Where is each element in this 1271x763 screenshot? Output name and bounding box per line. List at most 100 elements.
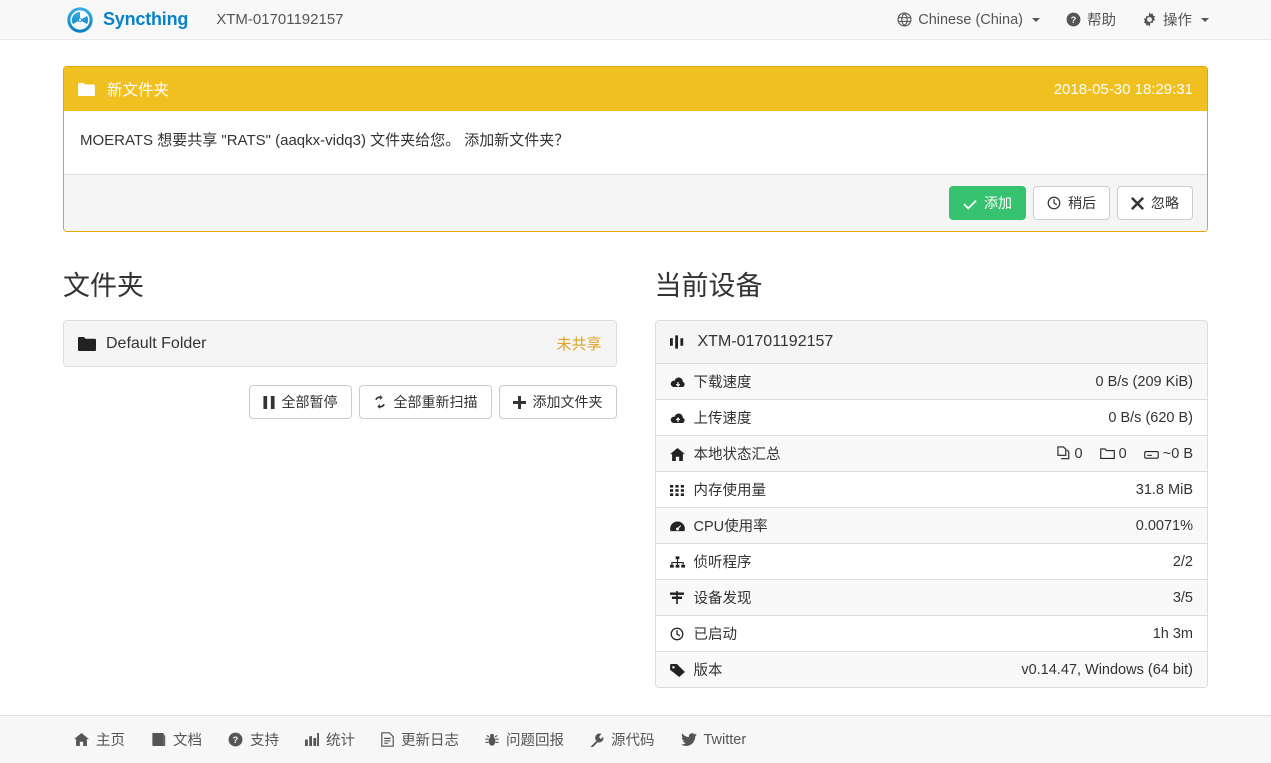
page-footer: 主页 文档 ? 支持 (0, 715, 1271, 763)
footer-label: 更新日志 (401, 729, 459, 750)
this-device-row[interactable]: XTM-01701192157 (656, 321, 1208, 364)
rescan-all-label: 全部重新扫描 (394, 395, 478, 409)
add-folder-button[interactable]: 添加 (949, 186, 1026, 220)
help-menu[interactable]: ? 帮助 (1066, 9, 1116, 30)
tachometer-icon (670, 520, 690, 535)
dashboard-columns: 文件夹 Default Folder 未共享 (63, 270, 1208, 763)
table-row: 下载速度 0 B/s (209 KiB) (656, 364, 1208, 400)
language-selector[interactable]: Chinese (China) (897, 12, 1040, 28)
footer-label: 源代码 (611, 729, 655, 750)
stat-value: 0 B/s (209 KiB) (882, 364, 1207, 400)
local-state-summary: 0 0 (882, 436, 1207, 472)
help-label: 帮助 (1087, 9, 1116, 30)
add-button-label: 添加 (984, 196, 1012, 210)
local-state-files: 0 (1057, 446, 1083, 462)
folder-status-badge: 未共享 (556, 333, 601, 354)
times-icon (1131, 197, 1144, 210)
brand-link[interactable]: Syncthing (66, 6, 188, 34)
local-state-folders-value: 0 (1119, 446, 1127, 462)
tag-icon (670, 664, 690, 679)
signal-bars-icon (670, 335, 692, 349)
local-state-files-value: 0 (1075, 446, 1083, 462)
folder-panel[interactable]: Default Folder 未共享 (63, 320, 617, 367)
table-row: 已启动 1h 3m (656, 616, 1208, 652)
footer-link-stats[interactable]: 统计 (305, 729, 355, 750)
chevron-down-icon (1201, 18, 1209, 22)
folder-action-buttons: 全部暂停 全部重新扫描 (63, 385, 617, 419)
bug-icon (485, 733, 499, 747)
rescan-all-button[interactable]: 全部重新扫描 (359, 385, 492, 419)
stat-label: CPU使用率 (694, 519, 768, 535)
footer-link-source[interactable]: 源代码 (590, 729, 655, 750)
dismiss-button[interactable]: 忽略 (1117, 186, 1193, 220)
stat-label: 上传速度 (694, 411, 752, 427)
cloud-download-icon (670, 376, 690, 391)
notification-message: MOERATS 想要共享 "RATS" (aaqkx-vidq3) 文件夹给您。… (64, 111, 1207, 174)
footer-label: 文档 (173, 729, 202, 750)
table-row: CPU使用率 0.0071% (656, 508, 1208, 544)
folder-name: Default Folder (106, 335, 207, 353)
stat-label: 下载速度 (694, 375, 752, 391)
stat-value: 2/2 (882, 544, 1207, 580)
twitter-icon (681, 733, 697, 746)
folder-open-icon (1100, 447, 1115, 462)
folder-icon (78, 82, 95, 96)
this-device-heading: 当前设备 (655, 270, 1209, 302)
clock-icon (670, 627, 690, 643)
stat-label: 内存使用量 (694, 483, 767, 499)
footer-link-twitter[interactable]: Twitter (681, 732, 747, 748)
table-row: 上传速度 0 B/s (620 B) (656, 400, 1208, 436)
signpost-icon (670, 591, 690, 607)
stat-label: 本地状态汇总 (694, 447, 781, 463)
stat-label: 已启动 (694, 627, 738, 643)
footer-link-bugs[interactable]: 问题回报 (485, 729, 564, 750)
stat-value: 0.0071% (882, 508, 1207, 544)
pause-icon (263, 396, 275, 409)
stat-label: 版本 (694, 663, 723, 679)
files-icon (1057, 446, 1071, 462)
footer-link-changelog[interactable]: 更新日志 (381, 729, 459, 750)
footer-link-docs[interactable]: 文档 (151, 729, 202, 750)
check-icon (963, 197, 977, 210)
footer-link-home[interactable]: 主页 (74, 729, 125, 750)
book-icon (151, 733, 166, 746)
cloud-upload-icon (670, 412, 690, 427)
footer-link-support[interactable]: ? 支持 (228, 729, 279, 750)
brand-name: Syncthing (103, 9, 188, 30)
notification-title: 新文件夹 (107, 78, 169, 100)
th-grid-icon (670, 484, 690, 499)
table-row: 侦听程序 2/2 (656, 544, 1208, 580)
local-state-size: ~0 B (1144, 446, 1193, 462)
table-row: 本地状态汇总 (656, 436, 1208, 472)
actions-menu[interactable]: 操作 (1142, 9, 1209, 30)
footer-label: 问题回报 (506, 729, 564, 750)
file-text-icon (381, 732, 394, 747)
home-icon (670, 448, 690, 463)
clock-icon (1047, 196, 1061, 210)
this-device-panel: XTM-01701192157 (655, 320, 1209, 688)
pause-all-label: 全部暂停 (282, 395, 338, 409)
refresh-icon (373, 395, 387, 409)
folder-row[interactable]: Default Folder 未共享 (64, 321, 616, 366)
stat-value: 3/5 (882, 580, 1207, 616)
syncthing-logo-icon (66, 6, 94, 34)
sitemap-icon (670, 556, 690, 571)
syncthing-page: Syncthing XTM-01701192157 Chinese (China… (0, 0, 1271, 763)
folder-icon (78, 336, 100, 351)
new-folder-notification-panel: 新文件夹 2018-05-30 18:29:31 MOERATS 想要共享 "R… (63, 66, 1208, 232)
dismiss-button-label: 忽略 (1151, 196, 1179, 210)
pause-all-button[interactable]: 全部暂停 (249, 385, 352, 419)
table-row: 内存使用量 31.8 MiB (656, 472, 1208, 508)
stat-value: 0 B/s (620 B) (882, 400, 1207, 436)
later-button[interactable]: 稍后 (1033, 186, 1110, 220)
notification-actions: 添加 稍后 (64, 174, 1207, 231)
stat-label: 设备发现 (694, 591, 752, 607)
table-row: 设备发现 3/5 (656, 580, 1208, 616)
add-folder-action-label: 添加文件夹 (533, 395, 603, 409)
add-folder-action-button[interactable]: 添加文件夹 (499, 385, 617, 419)
question-circle-icon: ? (1066, 12, 1081, 27)
question-circle-icon: ? (228, 732, 243, 747)
plus-icon (513, 396, 526, 409)
chevron-down-icon (1032, 18, 1040, 22)
globe-icon (897, 12, 912, 27)
